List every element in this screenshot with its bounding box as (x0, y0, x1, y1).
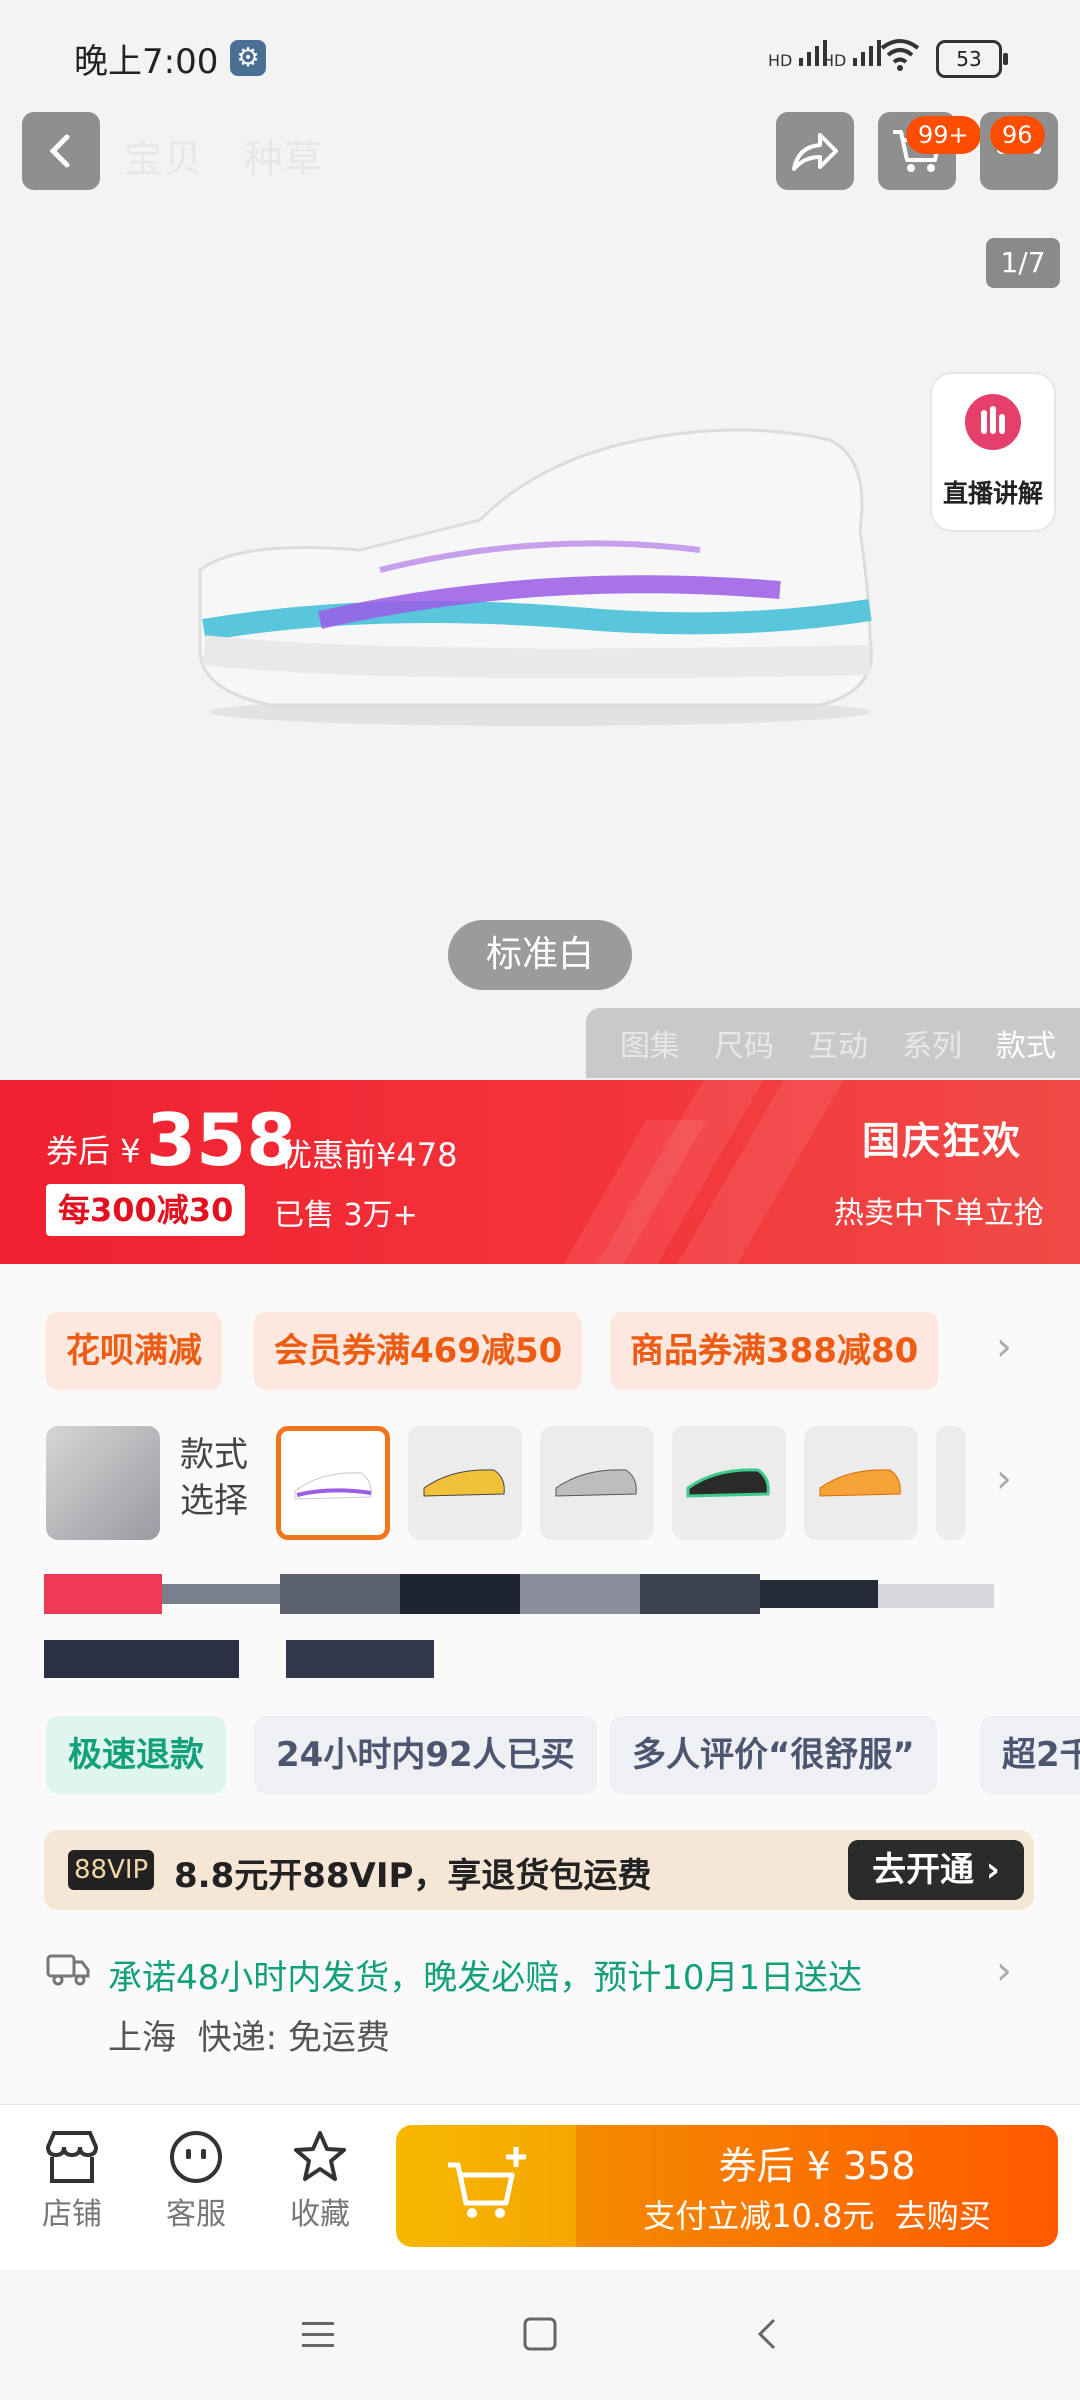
vip-logo: 88VIP (68, 1850, 155, 1890)
discount-badge: 每300减30 (46, 1184, 246, 1236)
cart-plus-icon (448, 2147, 526, 2218)
menu-icon[interactable] (300, 2318, 336, 2356)
original-price: 优惠前¥478 (280, 1136, 458, 1174)
signal-label: HD (768, 51, 793, 70)
settings-icon: ⚙ (230, 40, 266, 76)
chevron-right-icon[interactable]: › (996, 1456, 1012, 1502)
star-icon (270, 2125, 370, 2189)
festival-subtitle: 热卖中下单立抢 (834, 1196, 1044, 1231)
home-icon[interactable] (522, 2316, 558, 2356)
shop-button[interactable]: 店铺 (22, 2125, 122, 2233)
message-badge: 96 (990, 116, 1045, 154)
vip-activate-button[interactable]: 去开通 › (848, 1840, 1024, 1900)
gallery-tab-size[interactable]: 尺码 (714, 1021, 774, 1065)
coupon-huabei[interactable]: 花呗满减 (46, 1312, 222, 1390)
signal-icon-2: HD (822, 38, 885, 70)
chevron-right-icon[interactable]: › (996, 1948, 1012, 1994)
style-preview-image[interactable] (46, 1426, 160, 1540)
cart-badge: 99+ (906, 116, 981, 154)
style-label-line1: 款式 (180, 1435, 248, 1475)
shipping-detail: 上海 快递: 免运费 (108, 2018, 390, 2058)
tag-more[interactable]: 超2千 (980, 1716, 1080, 1794)
gallery-tab-styles[interactable]: 款式 (996, 1021, 1056, 1065)
share-button[interactable] (776, 112, 854, 190)
style-label-line2: 选择 (180, 1481, 248, 1521)
coupon-product[interactable]: 商品券满388减80 (610, 1312, 939, 1390)
vip-button-label: 去开通 (872, 1850, 975, 1890)
shop-label: 店铺 (42, 2197, 102, 2232)
price-value: 358 (146, 1098, 297, 1182)
image-page-counter: 1/7 (986, 238, 1060, 288)
signal-label-2: HD (822, 51, 847, 70)
system-navigation-bar (0, 2270, 1080, 2400)
vip-text: 8.8元开88VIP，享退货包运费 (174, 1856, 652, 1896)
gallery-tab-series[interactable]: 系列 (902, 1021, 962, 1065)
bottom-action-bar: 店铺 客服 收藏 券后 ¥ 358 支付立减10.8元 去购买 (0, 2104, 1080, 2271)
style-option-black[interactable] (672, 1426, 786, 1540)
truck-icon (46, 1950, 90, 1990)
festival-title: 国庆狂欢 (862, 1119, 1023, 1163)
chevron-left-icon (49, 134, 70, 168)
customer-service-button[interactable]: 客服 (146, 2125, 246, 2233)
tab-seed[interactable]: 种草 (244, 137, 324, 181)
coupon-member[interactable]: 会员券满469减50 (254, 1312, 583, 1390)
gallery-tabs: 图集 尺码 互动 系列 款式 (586, 1008, 1080, 1078)
style-option-orange[interactable] (804, 1426, 918, 1540)
service-label: 客服 (166, 2197, 226, 2232)
tag-fast-refund[interactable]: 极速退款 (46, 1716, 226, 1794)
sold-count: 已售 3万+ (274, 1198, 418, 1233)
top-tabs: 宝贝 种草 (124, 128, 324, 183)
buy-now-button[interactable]: 券后 ¥ 358 支付立减10.8元 去购买 (576, 2125, 1058, 2247)
live-explain-button[interactable]: 直播讲解 (930, 372, 1056, 532)
style-option-white[interactable] (276, 1426, 390, 1540)
after-coupon-label: 券后 ¥ (46, 1132, 141, 1170)
vip-promo[interactable]: 88VIP 8.8元开88VIP，享退货包运费 去开通 › (44, 1830, 1034, 1910)
price-banner: 券后 ¥ 358 优惠前¥478 每300减30 已售 3万+ 国庆狂欢 热卖中… (0, 1080, 1080, 1264)
store-icon (22, 2125, 122, 2189)
shipping-promise[interactable]: 承诺48小时内发货，晚发必赔，预计10月1日送达 (108, 1950, 862, 1999)
back-button[interactable] (22, 112, 100, 190)
style-option-gold[interactable] (408, 1426, 522, 1540)
product-title-redacted (44, 1574, 994, 1614)
share-icon (792, 133, 838, 171)
chevron-right-icon: › (974, 1850, 1000, 1890)
product-image[interactable] (180, 420, 900, 744)
wifi-icon (878, 36, 922, 76)
gallery-tab-images[interactable]: 图集 (620, 1021, 680, 1065)
style-select-label: 款式 选择 (180, 1432, 248, 1524)
live-label: 直播讲解 (942, 479, 1043, 508)
style-option-gray[interactable] (540, 1426, 654, 1540)
live-icon (965, 394, 1021, 450)
status-time: 晚上7:00 (74, 42, 219, 82)
buy-price-label: 券后 ¥ 358 (718, 2144, 916, 2188)
battery-icon: 53 (936, 40, 1008, 78)
status-bar: 晚上7:00 ⚙ HD HD 53 (0, 0, 1080, 110)
tag-recent-buyers[interactable]: 24小时内92人已买 (254, 1716, 597, 1794)
favorite-label: 收藏 (290, 2197, 350, 2232)
chat-face-icon (146, 2125, 246, 2189)
add-to-cart-button[interactable] (396, 2125, 576, 2247)
buy-discount-label: 支付立减10.8元 去购买 (643, 2197, 991, 2235)
tag-comfortable-review[interactable]: 多人评价“很舒服” (610, 1716, 937, 1794)
gallery-tab-interact[interactable]: 互动 (808, 1021, 868, 1065)
favorite-button[interactable]: 收藏 (270, 2125, 370, 2233)
product-subtitle-redacted (44, 1640, 434, 1678)
style-option-partial[interactable] (936, 1426, 966, 1540)
chevron-right-icon[interactable]: › (996, 1324, 1012, 1370)
color-label: 标准白 (448, 920, 632, 990)
back-nav-icon[interactable] (752, 2316, 782, 2356)
tab-item[interactable]: 宝贝 (124, 137, 204, 181)
